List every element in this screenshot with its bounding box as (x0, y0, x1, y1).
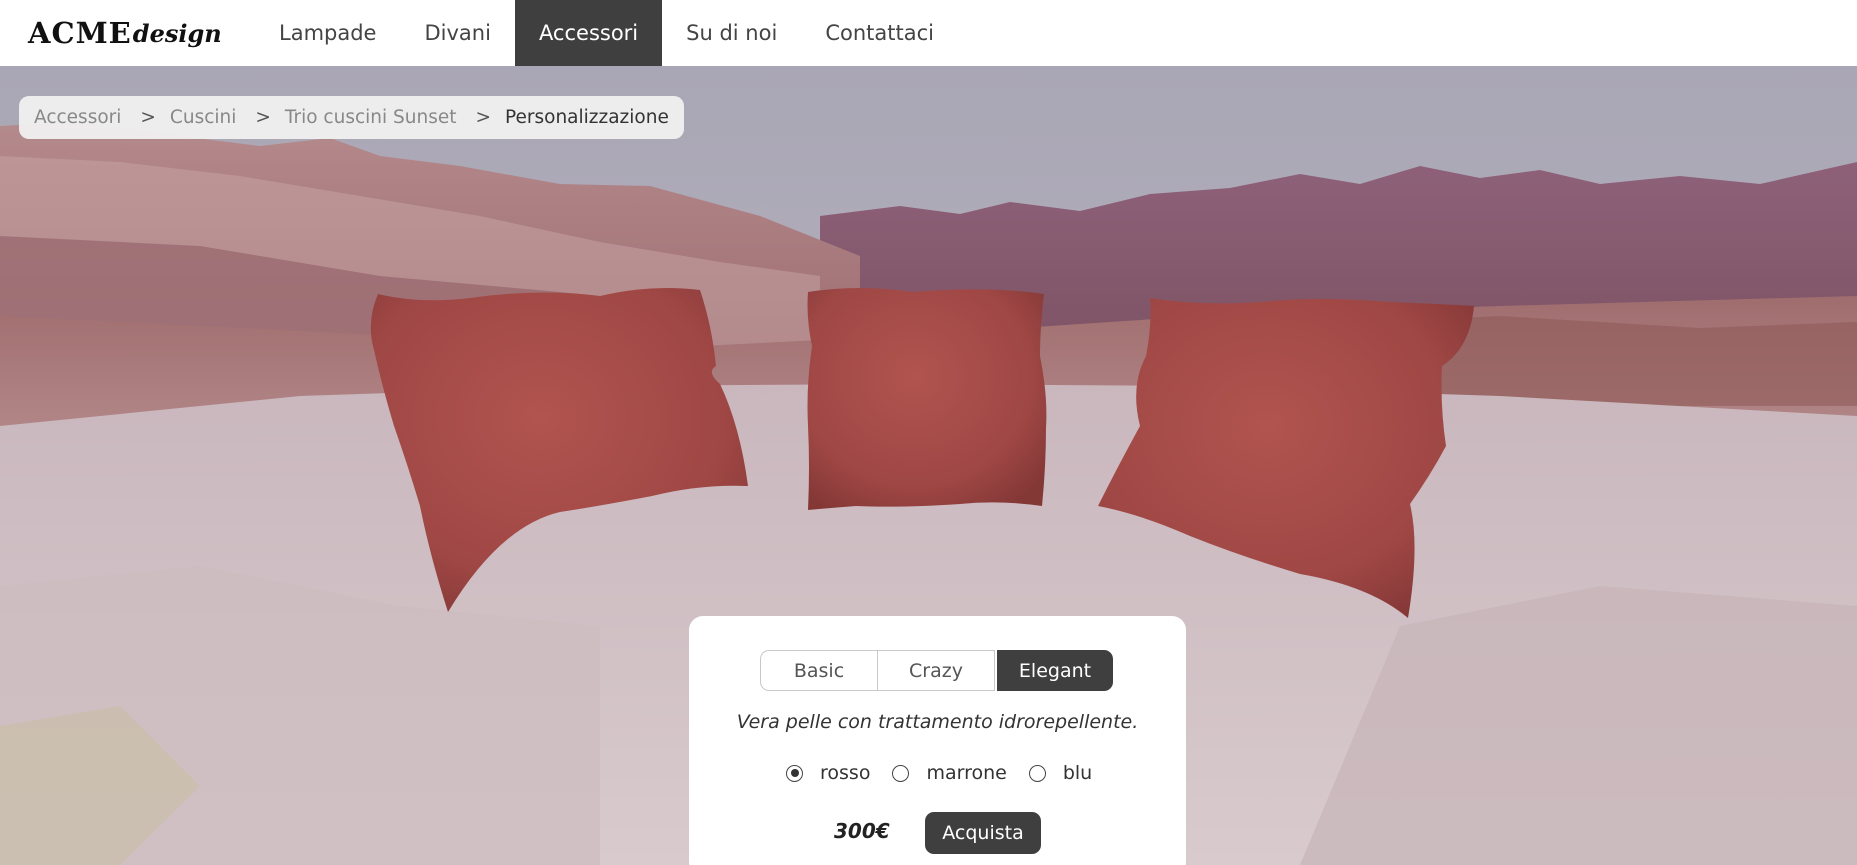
tab-elegant[interactable]: Elegant (997, 650, 1113, 691)
buy-button[interactable]: Acquista (925, 812, 1041, 854)
color-label-blu: blu (1062, 762, 1093, 784)
radio-checked-icon[interactable] (786, 764, 803, 782)
breadcrumb-separator: > (475, 107, 492, 128)
color-options: rosso marrone blu (786, 762, 1114, 784)
breadcrumb-current: Personalizzazione (505, 107, 669, 128)
logo[interactable]: ACME design (0, 0, 255, 66)
breadcrumb-separator: > (140, 107, 156, 128)
radio-unchecked-icon[interactable] (892, 764, 910, 782)
breadcrumb-item-cuscini[interactable]: Cuscini (170, 107, 236, 128)
top-navbar: ACME design Lampade Divani Accessori Su … (0, 0, 1857, 66)
nav-item-contattaci[interactable]: Contattaci (801, 0, 958, 66)
color-option-blu[interactable]: blu (1028, 762, 1093, 784)
tab-crazy[interactable]: Crazy (877, 650, 995, 691)
customization-panel: Basic Crazy Elegant Vera pelle con tratt… (689, 616, 1186, 865)
style-description: Vera pelle con trattamento idrorepellent… (736, 711, 1139, 733)
color-option-rosso[interactable]: rosso (786, 762, 870, 784)
radio-unchecked-icon[interactable] (1028, 764, 1046, 782)
price-label: 300€ (834, 819, 890, 843)
color-option-marrone[interactable]: marrone (892, 762, 1007, 784)
nav-item-su-di-noi[interactable]: Su di noi (662, 0, 801, 66)
nav-item-divani[interactable]: Divani (400, 0, 514, 66)
cushion-center[interactable] (807, 288, 1047, 510)
breadcrumb-item-trio-cuscini-sunset[interactable]: Trio cuscini Sunset (285, 107, 457, 128)
logo-main-text: ACME (28, 16, 132, 50)
tab-basic[interactable]: Basic (760, 650, 878, 691)
nav-item-lampade[interactable]: Lampade (255, 0, 400, 66)
color-label-rosso: rosso (820, 762, 871, 784)
breadcrumb-separator: > (255, 107, 271, 128)
color-label-marrone: marrone (926, 762, 1007, 784)
breadcrumb-item-accessori[interactable]: Accessori (34, 107, 121, 128)
style-tabs: Basic Crazy Elegant (760, 650, 1113, 691)
nav-item-accessori[interactable]: Accessori (514, 0, 663, 66)
logo-suffix-text: design (132, 18, 222, 48)
breadcrumb: Accessori > Cuscini > Trio cuscini Sunse… (19, 96, 684, 139)
